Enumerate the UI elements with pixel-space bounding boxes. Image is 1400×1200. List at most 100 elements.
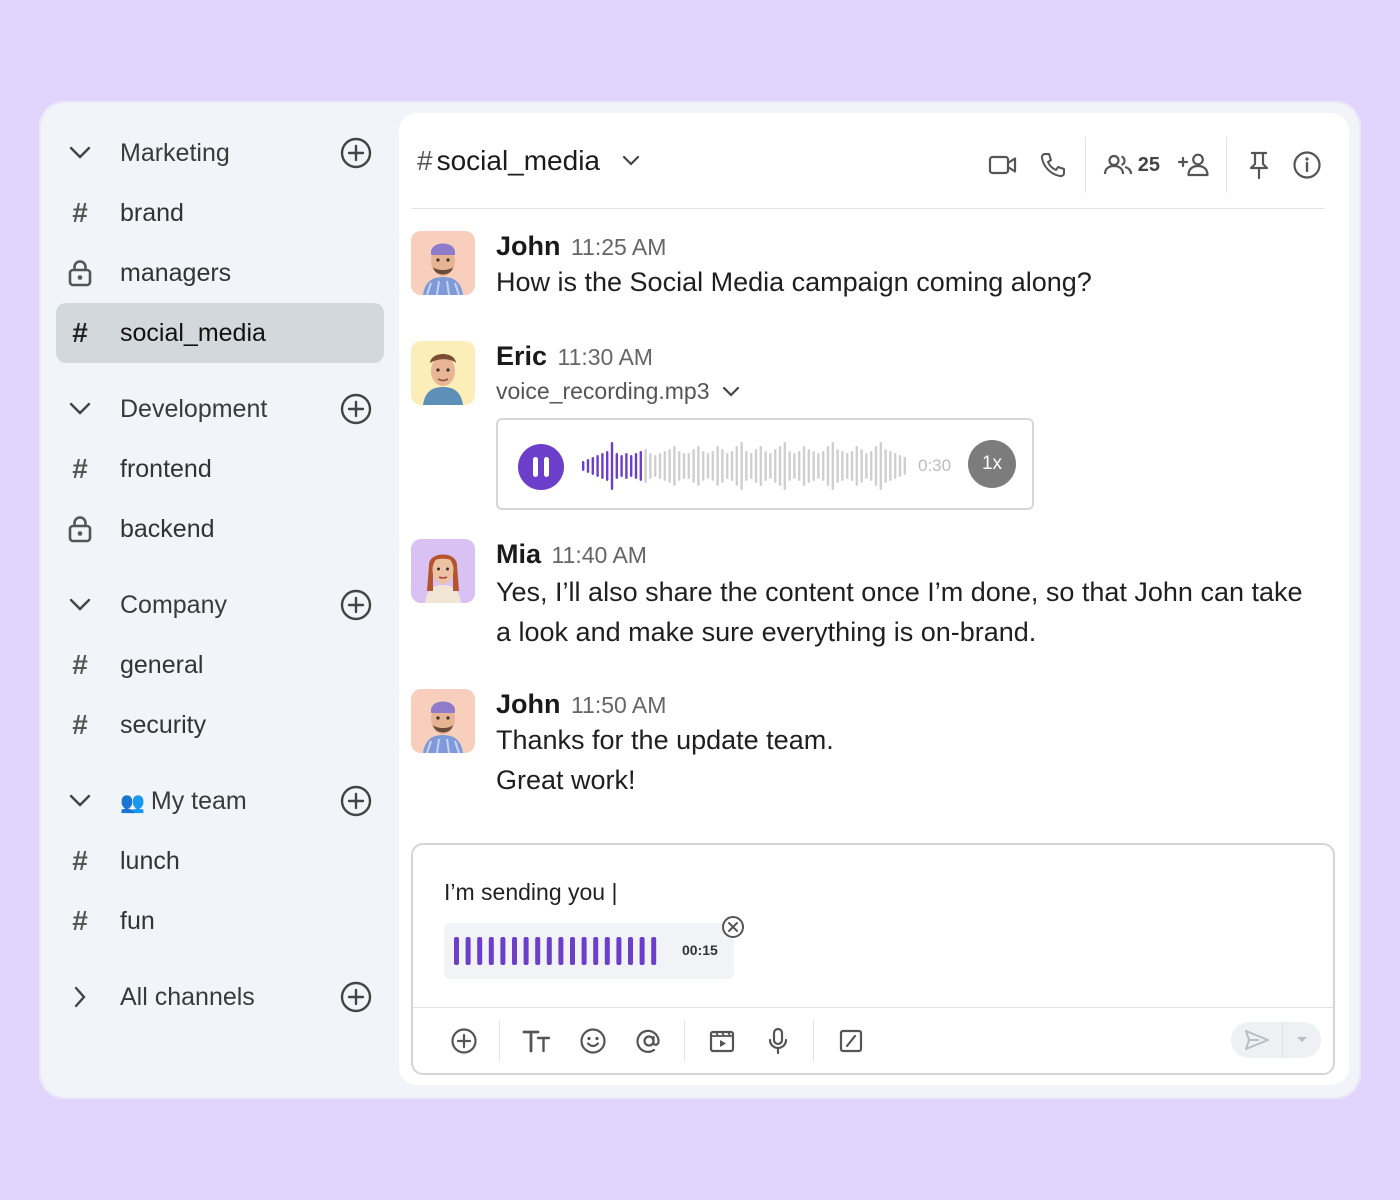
message: John 11:25 AM How is the Social Media ca…: [411, 231, 1331, 302]
sidebar-item-social-media[interactable]: # social_media: [56, 303, 384, 363]
section-label-text: My team: [150, 786, 247, 815]
recording-bar: [488, 937, 494, 965]
section-all-channels[interactable]: All channels: [56, 967, 384, 1027]
sidebar-item-backend[interactable]: backend: [56, 499, 384, 559]
chevron-down-icon[interactable]: [56, 402, 104, 416]
waveform-bar: [668, 449, 671, 483]
section-development[interactable]: Development: [56, 379, 384, 439]
chevron-down-icon[interactable]: [56, 146, 104, 160]
message: Eric 11:30 AM voice_recording.mp3: [411, 341, 1331, 405]
microphone-icon[interactable]: [761, 1024, 795, 1058]
emoji-icon[interactable]: [576, 1024, 610, 1058]
waveform-bar: [836, 449, 839, 483]
waveform-bar: [807, 449, 810, 483]
app-window: Marketing # brand managers # social_medi…: [39, 101, 1361, 1099]
sidebar-item-security[interactable]: # security: [56, 695, 384, 755]
avatar[interactable]: [411, 689, 475, 753]
message-body: Eric 11:30 AM voice_recording.mp3: [496, 341, 1331, 405]
channel-title[interactable]: social_media: [437, 145, 600, 177]
author-name[interactable]: John: [496, 231, 561, 261]
member-count[interactable]: 25: [1138, 154, 1160, 177]
message-text: Great work!: [496, 765, 636, 795]
waveform-bar: [745, 451, 748, 481]
members-icon[interactable]: [1100, 147, 1136, 183]
sidebar-item-label: managers: [120, 258, 232, 287]
message-composer[interactable]: I’m sending you | 00:15: [411, 843, 1335, 1075]
sidebar-item-label: backend: [120, 514, 215, 543]
text-format-icon[interactable]: [520, 1024, 554, 1058]
section-marketing[interactable]: Marketing: [56, 123, 384, 183]
add-icon[interactable]: [447, 1024, 481, 1058]
recording-bar: [604, 937, 610, 965]
waveform-bar: [754, 449, 758, 483]
divider: [813, 1019, 814, 1062]
divider: [684, 1019, 685, 1062]
recording-bar: [523, 937, 529, 965]
phone-icon[interactable]: [1035, 147, 1071, 183]
message-body: John 11:50 AM Thanks for the update team…: [496, 689, 1331, 800]
recording-bar: [535, 937, 541, 965]
send-options-chevron-icon[interactable]: [1283, 1036, 1321, 1044]
waveform-bar: [630, 455, 633, 477]
chevron-down-icon[interactable]: [722, 386, 740, 398]
recording-bar: [454, 937, 459, 965]
author-name[interactable]: John: [496, 689, 561, 719]
waveform-bar: [730, 451, 734, 481]
pin-icon[interactable]: [1241, 147, 1277, 183]
sidebar-item-fun[interactable]: # fun: [56, 891, 384, 951]
waveform-bar: [874, 446, 878, 486]
info-icon[interactable]: [1289, 147, 1325, 183]
waveform[interactable]: [582, 440, 908, 492]
message-body: Mia 11:40 AM Yes, I’ll also share the co…: [496, 539, 1331, 652]
avatar[interactable]: [411, 539, 475, 603]
sidebar-item-managers[interactable]: managers: [56, 243, 384, 303]
recording-attachment[interactable]: 00:15: [444, 923, 734, 979]
slash-command-icon[interactable]: [834, 1024, 868, 1058]
message-text: How is the Social Media campaign coming …: [496, 267, 1092, 297]
author-name[interactable]: Mia: [496, 539, 541, 569]
sidebar-item-general[interactable]: # general: [56, 635, 384, 695]
waveform-bar: [898, 455, 902, 477]
file-name-row[interactable]: voice_recording.mp3: [496, 378, 1331, 405]
waveform-bar: [582, 461, 585, 471]
waveform-bar: [658, 453, 662, 479]
add-channel-icon[interactable]: [340, 393, 372, 425]
chevron-down-icon[interactable]: [56, 598, 104, 612]
message-time: 11:50 AM: [570, 692, 667, 718]
message-time: 11:30 AM: [557, 344, 653, 370]
add-channel-icon[interactable]: [340, 981, 372, 1013]
remove-attachment-icon[interactable]: [721, 915, 745, 944]
video-call-icon[interactable]: [985, 147, 1021, 183]
avatar[interactable]: [411, 231, 475, 295]
channel-header: # social_media 25: [411, 113, 1325, 209]
recording-bar: [628, 937, 633, 965]
add-channel-icon[interactable]: [340, 589, 372, 621]
author-name[interactable]: Eric: [496, 341, 547, 371]
sidebar-item-frontend[interactable]: # frontend: [56, 439, 384, 499]
message-body: John 11:25 AM How is the Social Media ca…: [496, 231, 1331, 302]
section-my-team[interactable]: 👥 My team: [56, 771, 384, 831]
send-button[interactable]: [1231, 1022, 1283, 1058]
pause-button[interactable]: [518, 444, 564, 490]
playback-speed-button[interactable]: 1x: [968, 440, 1016, 488]
section-company[interactable]: Company: [56, 575, 384, 635]
mention-icon[interactable]: [632, 1024, 666, 1058]
header-actions: 25: [985, 137, 1325, 193]
hash-icon: #: [72, 709, 88, 740]
chevron-down-icon[interactable]: [56, 794, 104, 808]
sidebar-item-brand[interactable]: # brand: [56, 183, 384, 243]
waveform-bar: [894, 453, 897, 479]
message-text: Yes, I’ll also share the content once I’…: [496, 577, 1303, 607]
pause-bar: [544, 457, 549, 477]
chevron-down-icon[interactable]: [622, 154, 640, 172]
waveform-bar: [750, 453, 753, 479]
message-meta: John 11:25 AM: [496, 231, 1331, 262]
sidebar-item-lunch[interactable]: # lunch: [56, 831, 384, 891]
add-channel-icon[interactable]: [340, 137, 372, 169]
composer-input[interactable]: I’m sending you |: [444, 879, 617, 906]
avatar[interactable]: [411, 341, 475, 405]
add-channel-icon[interactable]: [340, 785, 372, 817]
add-member-icon[interactable]: [1176, 147, 1212, 183]
video-message-icon[interactable]: [705, 1024, 739, 1058]
chevron-right-icon[interactable]: [56, 986, 104, 1008]
